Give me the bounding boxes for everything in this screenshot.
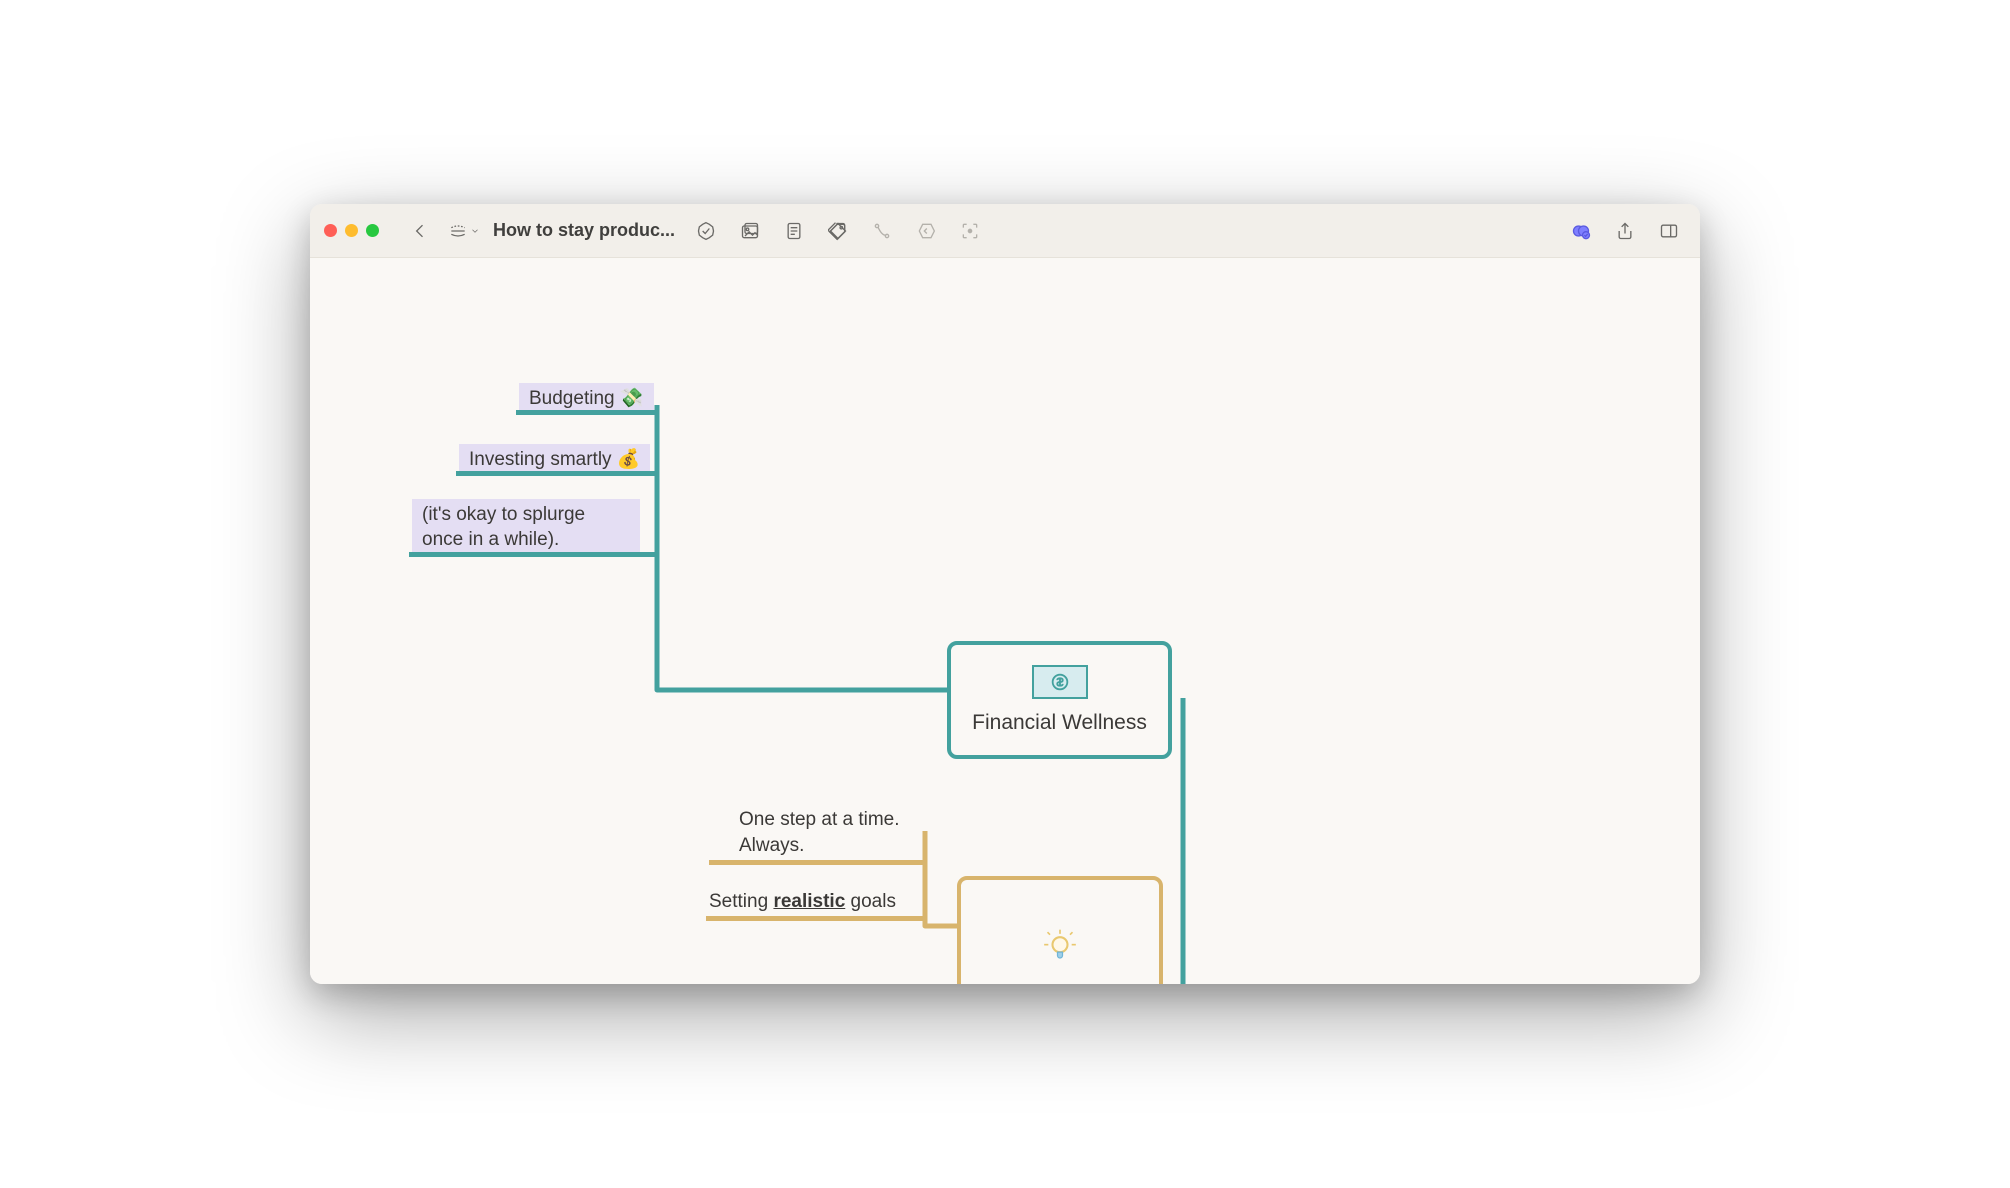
connector-icon xyxy=(872,221,892,241)
document-title[interactable]: How to stay produc... xyxy=(493,220,675,241)
sidebar-icon xyxy=(1659,221,1679,241)
toolbar: How to stay produc... xyxy=(310,204,1700,258)
checklist-button[interactable] xyxy=(689,214,723,248)
image-button[interactable] xyxy=(733,214,767,248)
view-mode-dropdown[interactable] xyxy=(447,214,481,248)
node-underline xyxy=(409,552,659,557)
mindmap-node[interactable]: One step at a time. Always. xyxy=(739,807,900,858)
node-underline xyxy=(709,860,927,865)
image-icon xyxy=(740,221,760,241)
node-text-prefix: Setting xyxy=(709,891,773,912)
close-window-button[interactable] xyxy=(324,224,337,237)
tag-icon xyxy=(828,221,848,241)
check-badge-icon xyxy=(696,221,716,241)
mindmap-central-node[interactable]: Financial Wellness xyxy=(947,641,1172,759)
window-controls xyxy=(324,224,379,237)
tag-button[interactable] xyxy=(821,214,855,248)
node-underline xyxy=(706,916,927,921)
money-icon xyxy=(1032,665,1088,699)
mindmap-canvas[interactable]: Budgeting 💸 Investing smartly 💰 (it's ok… xyxy=(310,258,1700,984)
focus-button[interactable] xyxy=(953,214,987,248)
node-text-emph: realistic xyxy=(773,891,845,912)
node-text: (it's okay to splurge once in a while). xyxy=(422,504,585,550)
node-label: Financial Wellness xyxy=(972,711,1147,735)
sidebar-toggle-button[interactable] xyxy=(1652,214,1686,248)
shape-back-button[interactable] xyxy=(909,214,943,248)
collaborate-button[interactable] xyxy=(1564,214,1598,248)
fullscreen-window-button[interactable] xyxy=(366,224,379,237)
mindmap-node[interactable]: (it's okay to splurge once in a while). xyxy=(412,499,640,555)
node-underline xyxy=(456,471,659,476)
mindmap-node[interactable]: Setting realistic goals xyxy=(709,889,896,915)
node-text: Investing smartly 💰 xyxy=(469,449,640,470)
back-button[interactable] xyxy=(403,214,437,248)
connector-button[interactable] xyxy=(865,214,899,248)
note-icon xyxy=(784,221,804,241)
node-underline xyxy=(516,410,659,415)
chevron-down-icon xyxy=(470,226,480,236)
share-icon xyxy=(1615,221,1635,241)
minimize-window-button[interactable] xyxy=(345,224,358,237)
focus-icon xyxy=(960,221,980,241)
share-button[interactable] xyxy=(1608,214,1642,248)
lightbulb-icon xyxy=(1040,923,1080,969)
collaborate-icon xyxy=(1571,221,1591,241)
node-text-suffix: goals xyxy=(845,891,896,912)
mindmap-box-node[interactable] xyxy=(957,876,1163,984)
app-window: How to stay produc... xyxy=(310,204,1700,984)
node-text: Budgeting 💸 xyxy=(529,388,644,409)
node-text-line1: One step at a time. xyxy=(739,809,900,830)
mindmap-view-icon xyxy=(448,221,468,241)
node-text-line2: Always. xyxy=(739,835,804,856)
hexagon-back-icon xyxy=(916,221,936,241)
chevron-left-icon xyxy=(410,221,430,241)
note-button[interactable] xyxy=(777,214,811,248)
